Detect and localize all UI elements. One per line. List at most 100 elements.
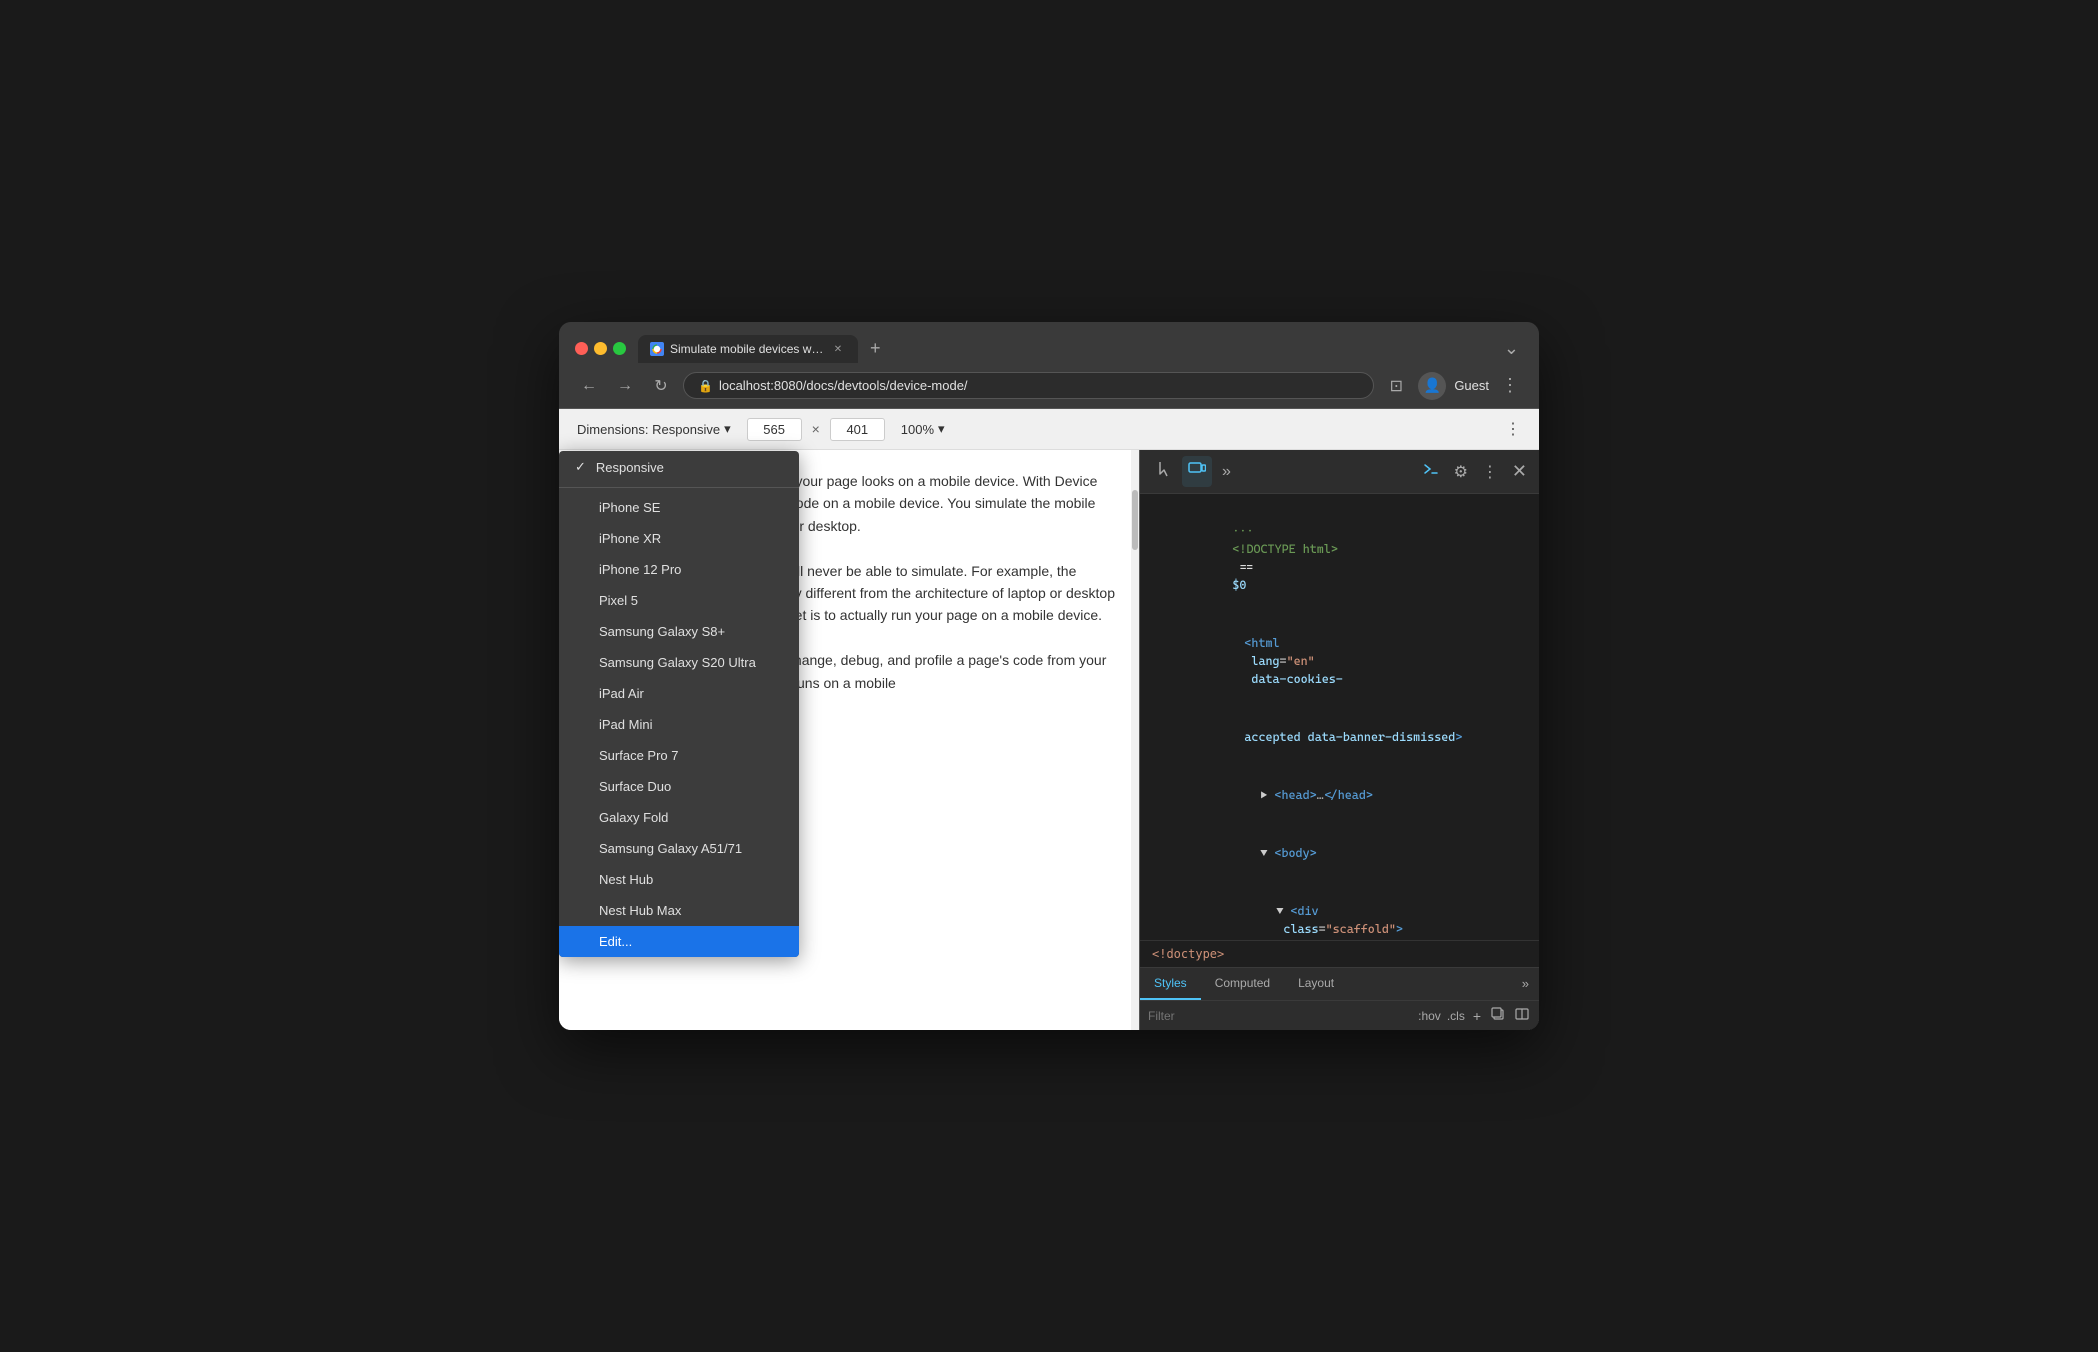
dropdown-item-label: Pixel 5 <box>599 593 638 608</box>
styles-tab-layout[interactable]: Layout <box>1284 968 1348 1000</box>
dropdown-item-label: iPad Mini <box>599 717 652 732</box>
devtools-inspect-button[interactable] <box>1148 456 1178 487</box>
dimension-separator: × <box>812 421 820 437</box>
dropdown-item-label: Edit... <box>599 934 632 949</box>
url-bar[interactable]: 🔒 localhost:8080/docs/devtools/device-mo… <box>683 372 1374 399</box>
browser-tab-active[interactable]: Simulate mobile devices with D ✕ <box>638 335 858 363</box>
styles-tab-computed[interactable]: Computed <box>1201 968 1284 1000</box>
tabs-area: Simulate mobile devices with D ✕ + <box>638 334 1488 363</box>
close-traffic-light[interactable] <box>575 342 588 355</box>
styles-tab-styles[interactable]: Styles <box>1140 968 1201 1000</box>
dropdown-item-label: Surface Pro 7 <box>599 748 679 763</box>
dropdown-item-ipad-air[interactable]: iPad Air <box>559 678 799 709</box>
profile-button[interactable]: 👤 <box>1418 372 1446 400</box>
width-input[interactable] <box>747 418 802 441</box>
dropdown-item-samsung-s20[interactable]: Samsung Galaxy S20 Ultra <box>559 647 799 678</box>
styles-tab-label: Styles <box>1154 976 1187 990</box>
reload-button[interactable]: ↻ <box>647 372 675 400</box>
dropdown-item-label: Responsive <box>596 460 664 475</box>
dropdown-item-label: Samsung Galaxy S20 Ultra <box>599 655 756 670</box>
devtools-more-button[interactable]: ⋮ <box>1476 458 1504 486</box>
dom-line-body: ▼ <body> <box>1140 824 1539 882</box>
dropdown-divider <box>559 487 799 488</box>
styles-tabs: Styles Computed Layout » <box>1140 968 1539 1001</box>
more-options-button[interactable]: ⋮ <box>1499 415 1527 443</box>
dropdown-item-edit[interactable]: Edit... <box>559 926 799 957</box>
minimize-traffic-light[interactable] <box>594 342 607 355</box>
dropdown-item-samsung-a51[interactable]: Samsung Galaxy A51/71 <box>559 833 799 864</box>
browser-window: Simulate mobile devices with D ✕ + ⌄ ← →… <box>559 322 1539 1030</box>
dropdown-item-label: Nest Hub Max <box>599 903 681 918</box>
dropdown-item-surface-pro[interactable]: Surface Pro 7 <box>559 740 799 771</box>
dropdown-item-pixel-5[interactable]: Pixel 5 <box>559 585 799 616</box>
dropdown-item-galaxy-fold[interactable]: Galaxy Fold <box>559 802 799 833</box>
dimensions-dropdown-button[interactable]: Dimensions: Responsive ▾ <box>571 417 737 441</box>
title-bar: Simulate mobile devices with D ✕ + ⌄ <box>559 322 1539 363</box>
dropdown-item-iphone-12-pro[interactable]: iPhone 12 Pro <box>559 554 799 585</box>
height-input[interactable] <box>830 418 885 441</box>
dom-line-html: <html lang="en" data-cookies- <box>1140 614 1539 708</box>
window-chevron-icon: ⌄ <box>1500 334 1523 363</box>
profile-area: ⊡ 👤 Guest ⋮ <box>1382 371 1523 400</box>
dropdown-item-iphone-se[interactable]: iPhone SE <box>559 492 799 523</box>
dom-line-head: ▶ <head>…</head> <box>1140 766 1539 824</box>
devtools-console-button[interactable] <box>1416 456 1446 487</box>
device-dropdown: Responsive iPhone SE iPhone XR iPhone 12… <box>559 451 799 957</box>
devtools-header: » ⚙ ⋮ ✕ <box>1140 450 1539 494</box>
dropdown-item-nest-hub[interactable]: Nest Hub <box>559 864 799 895</box>
dropdown-item-nest-hub-max[interactable]: Nest Hub Max <box>559 895 799 926</box>
more-panels-icon: » <box>1222 463 1231 480</box>
dom-line-doctype: ··· <!DOCTYPE html> == $0 <box>1140 502 1539 614</box>
filter-cls-button[interactable]: .cls <box>1447 1009 1465 1023</box>
dropdown-item-samsung-s8[interactable]: Samsung Galaxy S8+ <box>559 616 799 647</box>
devtools-device-toggle-button[interactable] <box>1182 456 1212 487</box>
styles-more-tabs-button[interactable]: » <box>1512 968 1539 1000</box>
new-tab-button[interactable]: + <box>862 334 889 363</box>
zoom-button[interactable]: 100% ▾ <box>895 417 951 441</box>
dropdown-item-responsive[interactable]: Responsive <box>559 451 799 483</box>
fullscreen-button[interactable]: ⊡ <box>1382 372 1410 400</box>
dropdown-item-label: Surface Duo <box>599 779 671 794</box>
device-toolbar: Dimensions: Responsive ▾ × 100% ▾ ⋮ Resp… <box>559 409 1539 450</box>
address-bar: ← → ↻ 🔒 localhost:8080/docs/devtools/dev… <box>559 363 1539 409</box>
viewport-scrollbar[interactable] <box>1131 450 1139 1030</box>
devtools-close-button[interactable]: ✕ <box>1508 457 1531 486</box>
dropdown-item-label: Nest Hub <box>599 872 653 887</box>
devtools-settings-button[interactable]: ⚙ <box>1450 458 1472 486</box>
guest-label: Guest <box>1454 378 1489 393</box>
filter-pseudo-button[interactable]: :hov <box>1418 1009 1441 1023</box>
scrollbar-thumb[interactable] <box>1132 490 1138 550</box>
tab-title: Simulate mobile devices with D <box>670 342 824 356</box>
styles-panel: Styles Computed Layout » :hov .cls <box>1140 967 1539 1030</box>
dropdown-item-label: iPad Air <box>599 686 644 701</box>
styles-filter-input[interactable] <box>1148 1009 1412 1023</box>
browser-menu-button[interactable]: ⋮ <box>1497 371 1523 400</box>
devtools-panel: » ⚙ ⋮ ✕ ··· <box>1139 450 1539 1030</box>
devtools-container: Dimensions: Responsive ▾ × 100% ▾ ⋮ Resp… <box>559 409 1539 1030</box>
forward-button[interactable]: → <box>611 372 639 400</box>
zoom-label: 100% <box>901 422 934 437</box>
back-button[interactable]: ← <box>575 372 603 400</box>
maximize-traffic-light[interactable] <box>613 342 626 355</box>
dropdown-item-label: iPhone XR <box>599 531 661 546</box>
filter-add-button[interactable]: + <box>1471 1006 1483 1026</box>
dropdown-item-ipad-mini[interactable]: iPad Mini <box>559 709 799 740</box>
dropdown-item-label: Galaxy Fold <box>599 810 668 825</box>
zoom-arrow-icon: ▾ <box>938 421 945 437</box>
computed-tab-label: Computed <box>1215 976 1270 990</box>
tab-close-button[interactable]: ✕ <box>830 341 846 357</box>
dom-tree: ··· <!DOCTYPE html> == $0 <html lang="en… <box>1140 494 1539 940</box>
lock-icon: 🔒 <box>698 379 713 393</box>
dropdown-arrow-icon: ▾ <box>724 421 731 437</box>
filter-copy-button[interactable] <box>1489 1005 1507 1026</box>
doctype-label: <!doctype> <box>1152 947 1224 961</box>
dropdown-item-surface-duo[interactable]: Surface Duo <box>559 771 799 802</box>
doctype-line-area: <!doctype> <box>1140 940 1539 967</box>
styles-filter-bar: :hov .cls + <box>1140 1001 1539 1030</box>
layout-tab-label: Layout <box>1298 976 1334 990</box>
traffic-lights <box>575 342 626 355</box>
dropdown-item-iphone-xr[interactable]: iPhone XR <box>559 523 799 554</box>
url-text: localhost:8080/docs/devtools/device-mode… <box>719 378 1359 393</box>
devtools-more-panels-button[interactable]: » <box>1216 459 1237 485</box>
filter-toggle-button[interactable] <box>1513 1005 1531 1026</box>
